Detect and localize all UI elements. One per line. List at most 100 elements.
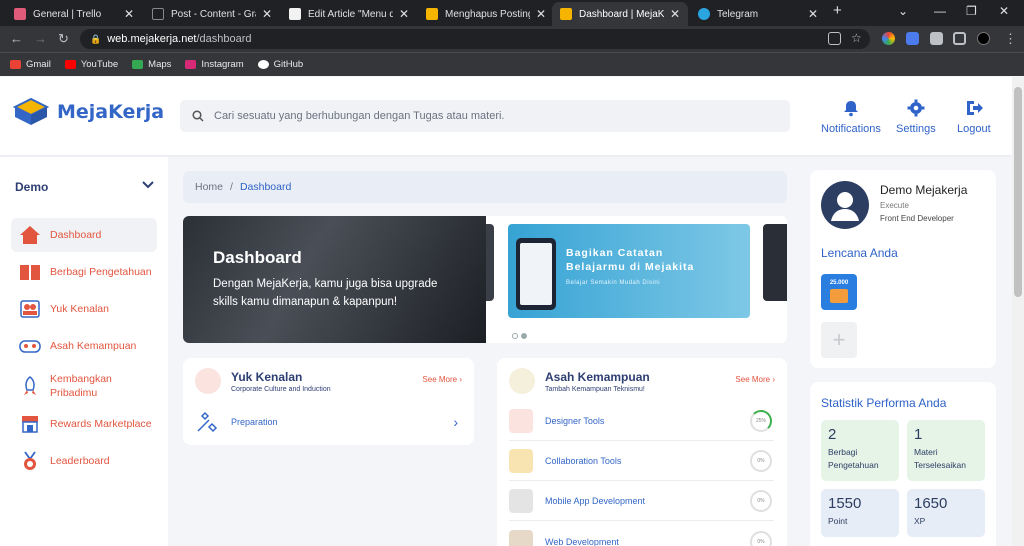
puzzle-icon[interactable] [930,32,943,45]
forward-icon[interactable]: → [34,31,47,46]
hero-title: Dashboard [213,248,302,267]
breadcrumb-current: Dashboard [239,181,292,193]
gear-icon [907,99,925,117]
sidebar-section-title[interactable]: Demo [15,180,48,194]
profile-avatar-icon[interactable] [977,32,990,45]
list-item[interactable]: Designer Tools 25% [509,402,774,441]
gmail-icon [10,60,21,69]
badges-title: Lencana Anda [821,246,898,260]
avatar[interactable] [821,181,869,229]
list-item[interactable]: Mobile App Development 0% [509,482,774,521]
close-icon[interactable]: ✕ [399,7,409,21]
bookmarks-bar: Gmail YouTube Maps Instagram GitHub [0,52,1024,76]
browser-tab[interactable]: Menghapus Postingan✕ [418,2,554,26]
window-close-icon[interactable]: ✕ [999,4,1009,18]
search-input[interactable]: Cari sesuatu yang berhubungan dengan Tug… [180,100,790,132]
hero-banner: Dashboard Dengan MejaKerja, kamu juga bi… [183,216,486,343]
github-icon [257,60,269,69]
trello-icon [14,8,26,20]
stat-box: 1 Materi Terselesaikan [907,420,985,481]
badge-icon[interactable]: 25.000 [821,274,857,310]
reload-icon[interactable]: ↻ [58,31,69,47]
settings-button[interactable]: Settings [896,99,936,135]
progress-ring: 25% [750,410,772,432]
collaboration-tools-icon [509,449,533,473]
sidebar-item-rewards[interactable]: Rewards Marketplace [11,407,157,441]
carousel-slide[interactable]: Bagikan Catatan Belajarmu di Mejakita Bel… [508,224,750,318]
mobile-app-icon [509,489,533,513]
close-icon[interactable]: ✕ [536,7,546,21]
notifications-button[interactable]: Notifications [821,99,881,135]
list-item[interactable]: Preparation › [195,402,460,441]
breadcrumb: Home / Dashboard [183,171,787,203]
list-item[interactable]: Collaboration Tools 0% [509,442,774,481]
bookmark-maps[interactable]: Maps [132,59,171,70]
menu-icon[interactable]: ⋮ [1004,31,1017,47]
browser-tab-active[interactable]: Dashboard | MejaKerja✕ [552,2,688,26]
extension-doc-icon[interactable] [906,32,919,45]
close-icon[interactable]: ✕ [670,7,680,21]
sidebar-item-leaderboard[interactable]: Leaderboard [11,444,157,478]
carousel-dot-active[interactable] [521,333,527,339]
progress-ring: 0% [750,530,772,546]
sidepanel-icon[interactable] [953,32,966,45]
lock-icon: 🔒 [90,33,102,44]
chevron-down-icon[interactable] [142,181,154,189]
restore-icon[interactable]: ❐ [966,4,977,18]
hero-subtitle: Dengan MejaKerja, kamu juga bisa upgrade… [213,278,438,308]
banner-carousel: Dashboard Dengan MejaKerja, kamu juga bi… [183,216,787,343]
bookmark-github[interactable]: GitHub [257,59,303,70]
rocket-icon [24,376,36,395]
app-header: MejaKerja Cari sesuatu yang berhubungan … [0,77,1012,155]
browser-tab[interactable]: General | Trello ✕ [6,2,142,26]
list-item[interactable]: Web Development 0% [509,522,774,546]
ghost-icon [152,8,164,20]
breadcrumb-home[interactable]: Home [195,181,223,193]
close-icon[interactable]: ✕ [808,7,818,21]
people-icon [20,300,40,318]
asah-kemampuan-card: Asah Kemampuan Tambah Kemampuan Teknismu!… [497,358,787,546]
see-more-link[interactable]: See More › [735,375,775,384]
chevron-right-icon: › [453,413,458,430]
next-slide-peek [763,224,787,301]
close-icon[interactable]: ✕ [262,7,272,21]
minimize-icon[interactable]: — [934,4,946,18]
see-more-link[interactable]: See More › [422,375,462,384]
profile-role: Execute [880,201,909,210]
back-icon[interactable]: ← [10,31,23,46]
browser-tab[interactable]: Post - Content - Graph✕ [144,2,280,26]
user-icon [831,192,859,221]
page-scrollbar[interactable] [1012,77,1024,546]
browser-tab-strip: General | Trello✕ Post - Content - Graph… [0,0,1024,26]
tab-search-icon[interactable]: ⌄ [898,4,908,18]
url-field[interactable]: 🔒 web.mejakerja.net/dashboard [80,29,870,49]
scrollbar-thumb[interactable] [1014,87,1022,297]
carousel-dot[interactable] [512,333,518,339]
logout-button[interactable]: Logout [957,99,991,135]
logout-icon [966,101,983,115]
prev-slide-peek [486,224,494,301]
bookmark-instagram[interactable]: Instagram [185,59,244,70]
profile-card: Demo Mejakerja Execute Front End Develop… [810,170,996,368]
sidebar-item-kembangkan[interactable]: Kembangkan Pribadimu [11,366,157,406]
star-icon[interactable]: ☆ [851,31,862,45]
browser-tab[interactable]: Edit Article "Menu da ✕ [281,2,417,26]
bookmark-gmail[interactable]: Gmail [10,59,51,70]
book-icon [20,265,40,280]
browser-tab[interactable]: Telegram ✕ [690,2,826,26]
bookmark-youtube[interactable]: YouTube [64,59,118,70]
sidebar-item-asah[interactable]: Asah Kemampuan [11,329,157,363]
extension-color-icon[interactable] [882,32,895,45]
sidebar-item-berbagi[interactable]: Berbagi Pengetahuan [11,255,157,289]
logo[interactable]: MejaKerja [13,97,164,127]
share-icon[interactable] [828,32,841,45]
close-icon[interactable]: ✕ [124,7,134,21]
progress-ring: 0% [750,450,772,472]
sidebar-item-yuk-kenalan[interactable]: Yuk Kenalan [11,292,157,326]
search-icon [192,110,204,122]
bell-icon [843,101,858,117]
add-badge-button[interactable]: + [821,322,857,358]
desk-logo-icon [13,97,49,125]
sidebar-item-dashboard[interactable]: Dashboard [11,218,157,252]
new-tab-icon[interactable]: + [833,2,842,19]
